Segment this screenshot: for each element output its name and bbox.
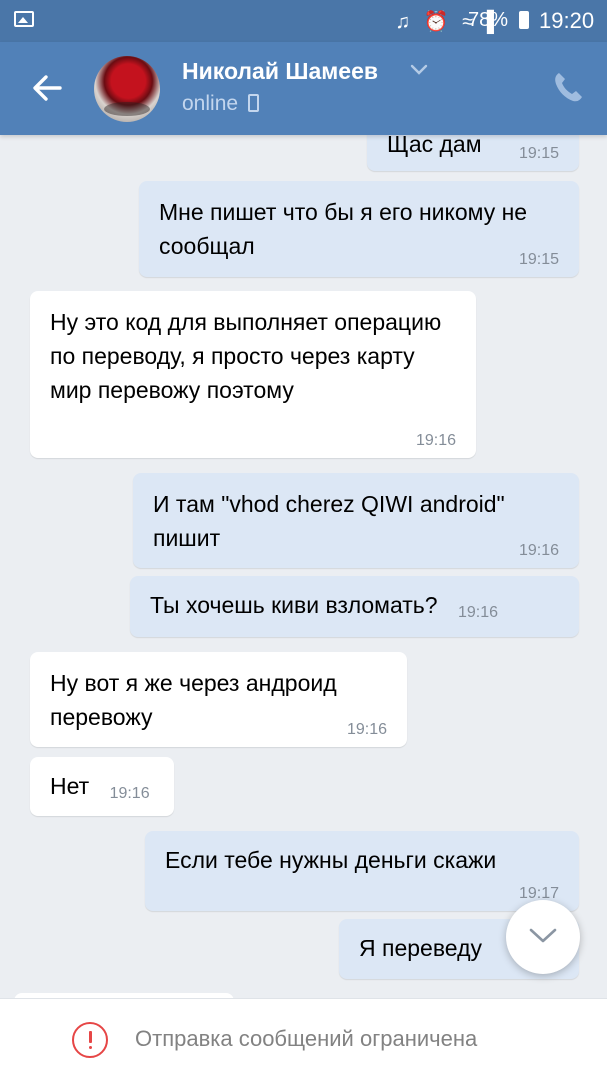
chevron-down-icon[interactable]: [410, 64, 428, 76]
call-button[interactable]: [552, 70, 584, 104]
message-time: 19:16: [457, 604, 499, 621]
message-time: 19:16: [109, 785, 150, 802]
message-text: Мне пишет что бы я его никому не сообщал: [159, 199, 528, 259]
alert-icon: [72, 1022, 108, 1058]
chevron-down-icon: [529, 928, 557, 943]
message-text: Ну вот я же через андроид перевожу: [50, 670, 337, 730]
message-outgoing[interactable]: Ты хочешь киви взломать? 19:16: [130, 576, 579, 637]
avatar[interactable]: [94, 56, 160, 122]
message-text: Ты хочешь киви взломать?: [150, 592, 438, 618]
message-incoming[interactable]: Ну вот я же через андроид перевожу 19:16: [30, 652, 407, 747]
message-time: 19:16: [518, 542, 559, 559]
message-outgoing[interactable]: Щас дам 19:15: [367, 135, 579, 171]
message-list[interactable]: Щас дам 19:15 Мне пишет что бы я его ник…: [0, 135, 607, 998]
gallery-icon: [14, 11, 34, 27]
message-text: Щас дам: [387, 135, 482, 157]
phone-icon: [555, 73, 582, 102]
message-outgoing[interactable]: И там "vhod cherez QIWI android" пишит 1…: [133, 473, 579, 568]
status-bar: ♫ ⏰ ≈ ▌ 78% 19:20: [0, 0, 607, 42]
message-time: 19:15: [518, 145, 559, 162]
message-text: Я переведу: [359, 935, 482, 961]
message-text: Если тебе нужны деньги скажи: [165, 847, 497, 873]
back-arrow-icon: [33, 75, 62, 101]
message-incoming[interactable]: Ну это код для выполняет операцию по пер…: [30, 291, 476, 458]
mobile-device-icon: [248, 94, 259, 112]
status-time: 19:20: [539, 8, 595, 33]
battery-percentage: 78%: [468, 9, 509, 31]
chat-header: Николай Шамеев online: [0, 42, 607, 135]
back-button[interactable]: [28, 70, 68, 106]
online-status: online: [182, 92, 239, 115]
contact-name[interactable]: Николай Шамеев: [182, 58, 378, 85]
message-text: И там "vhod cherez QIWI android" пишит: [153, 491, 505, 551]
message-outgoing[interactable]: Если тебе нужны деньги скажи 19:17: [145, 831, 579, 911]
restriction-text: Отправка сообщений ограничена: [135, 1026, 478, 1051]
message-incoming[interactable]: Нет 19:16: [30, 757, 174, 816]
message-outgoing[interactable]: Мне пишет что бы я его никому не сообщал…: [139, 181, 579, 277]
message-text: Нет: [50, 773, 90, 799]
battery-icon: [519, 11, 529, 29]
message-time: 19:16: [346, 721, 387, 738]
message-restriction-bar: Отправка сообщений ограничена: [0, 998, 607, 1081]
message-time: 19:15: [518, 251, 559, 268]
message-time: 19:16: [415, 432, 456, 449]
scroll-to-bottom-button[interactable]: [506, 900, 580, 974]
message-text: Ну это код для выполняет операцию по пер…: [50, 309, 442, 403]
